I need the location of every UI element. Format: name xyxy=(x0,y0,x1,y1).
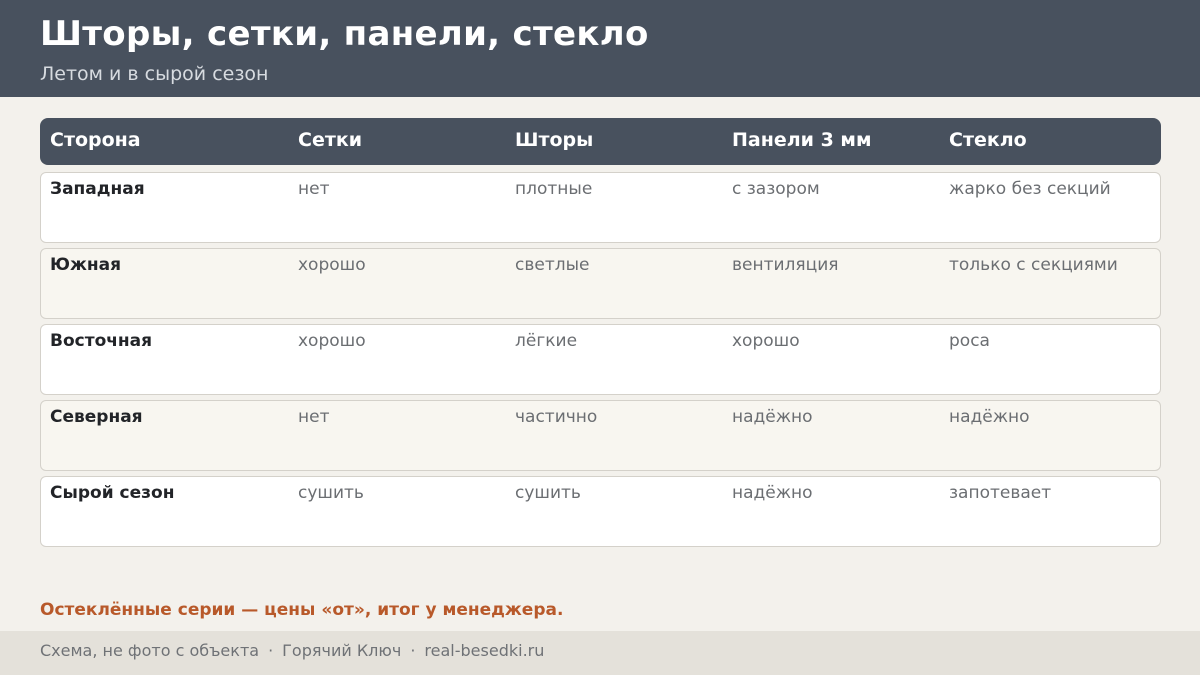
column-header-nets: Сетки xyxy=(298,129,363,151)
table-cell: роса xyxy=(949,331,990,351)
column-header-panels: Панели 3 мм xyxy=(732,129,872,151)
table-cell: с зазором xyxy=(732,179,820,199)
footer-text: Схема, не фото с объекта · Горячий Ключ · re… xyxy=(40,641,544,660)
page-header: Шторы, сетки, панели, стекло Летом и в с… xyxy=(0,0,1200,97)
table-cell: хорошо xyxy=(732,331,800,351)
page-footer: Схема, не фото с объекта · Горячий Ключ · re… xyxy=(0,631,1200,675)
table-cell: частично xyxy=(515,407,598,427)
table-row: Сырой сезон сушить сушить надёжно запоте… xyxy=(40,476,1161,547)
table-cell: плотные xyxy=(515,179,593,199)
table-row: Восточная хорошо лёгкие хорошо роса xyxy=(40,324,1161,395)
footer-website: real-besedki.ru xyxy=(424,641,545,660)
price-note: Остеклённые серии — цены «от», итог у ме… xyxy=(40,600,564,620)
row-label: Восточная xyxy=(50,331,153,351)
column-header-glass: Стекло xyxy=(949,129,1027,151)
table-row: Западная нет плотные с зазором жарко без… xyxy=(40,172,1161,243)
table-cell: хорошо xyxy=(298,255,366,275)
footer-separator: · xyxy=(268,641,274,660)
column-header-curtains: Шторы xyxy=(515,129,594,151)
table-cell: надёжно xyxy=(732,483,813,503)
footer-disclaimer: Схема, не фото с объекта xyxy=(40,641,260,660)
page-title: Шторы, сетки, панели, стекло xyxy=(40,14,649,54)
row-label: Южная xyxy=(50,255,122,275)
row-label: Сырой сезон xyxy=(50,483,175,503)
footer-city: Горячий Ключ xyxy=(282,641,402,660)
table-cell: вентиляция xyxy=(732,255,839,275)
footer-separator: · xyxy=(410,641,416,660)
table-cell: светлые xyxy=(515,255,590,275)
row-label: Северная xyxy=(50,407,143,427)
table-cell: запотевает xyxy=(949,483,1052,503)
table-cell: лёгкие xyxy=(515,331,578,351)
table-cell: надёжно xyxy=(949,407,1030,427)
table-cell: нет xyxy=(298,179,330,199)
table-cell: хорошо xyxy=(298,331,366,351)
table-cell: сушить xyxy=(298,483,364,503)
table-row: Северная нет частично надёжно надёжно xyxy=(40,400,1161,471)
row-label: Западная xyxy=(50,179,145,199)
table-cell: нет xyxy=(298,407,330,427)
table-cell: сушить xyxy=(515,483,581,503)
page-subtitle: Летом и в сырой сезон xyxy=(40,63,269,85)
table-cell: надёжно xyxy=(732,407,813,427)
table-row: Южная хорошо светлые вентиляция только с… xyxy=(40,248,1161,319)
column-header-side: Сторона xyxy=(50,129,141,151)
table-cell: жарко без секций xyxy=(949,179,1111,199)
table-cell: только с секциями xyxy=(949,255,1118,275)
table-header: Сторона Сетки Шторы Панели 3 мм Стекло xyxy=(40,118,1161,165)
